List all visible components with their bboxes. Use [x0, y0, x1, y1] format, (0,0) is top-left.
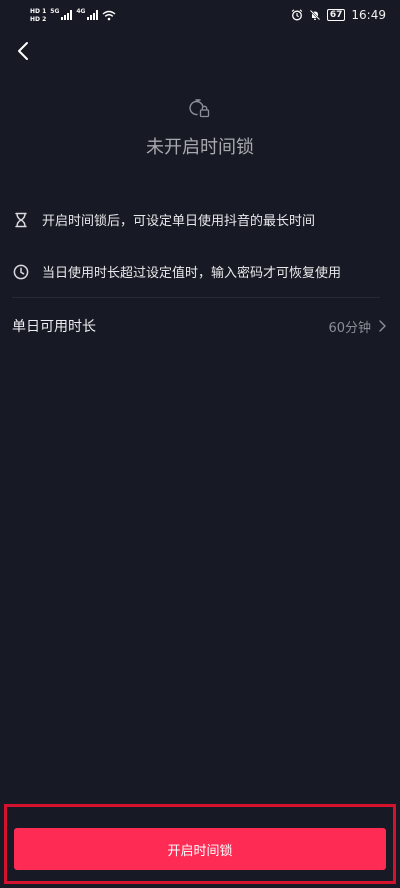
setting-label: 单日可用时长 [12, 319, 96, 335]
status-bar: HD 1 HD 2 5G 4G 67 16:49 [0, 0, 400, 30]
info-item-daily-limit: 开启时间锁后，可设定单日使用抖音的最长时间 [12, 210, 315, 229]
mute-bell-icon [309, 9, 321, 21]
signal-icon [61, 10, 73, 20]
timer-lock-icon [189, 99, 210, 118]
sim2-tag: HD 2 [30, 16, 46, 23]
info-text-password-unlock: 当日使用时长超过设定值时，输入密码才可恢复使用 [42, 266, 342, 281]
hourglass-icon [12, 211, 30, 229]
setting-value-group: 60分钟 [328, 317, 386, 336]
network-type-1: 5G [50, 7, 60, 15]
signal-icon-2 [87, 10, 99, 20]
clock-icon [12, 263, 30, 281]
back-button[interactable] [10, 38, 36, 64]
chevron-left-icon [18, 42, 28, 60]
wifi-icon [103, 10, 116, 20]
clock-time: 16:49 [351, 8, 386, 22]
info-text-daily-limit: 开启时间锁后，可设定单日使用抖音的最长时间 [42, 214, 316, 229]
alarm-icon [291, 9, 303, 21]
status-left: HD 1 HD 2 5G 4G [30, 8, 116, 23]
page-title: 未开启时间锁 [146, 137, 254, 158]
status-right: 67 16:49 [291, 8, 386, 22]
divider [12, 297, 380, 298]
sim1-tag: HD 1 [30, 8, 46, 15]
info-item-password-unlock: 当日使用时长超过设定值时，输入密码才可恢复使用 [12, 262, 341, 281]
sim2-label: HD 2 [30, 15, 47, 23]
daily-duration-setting[interactable]: 单日可用时长 60分钟 [12, 312, 386, 340]
enable-time-lock-button[interactable]: 开启时间锁 [14, 828, 386, 870]
sim-indicators: HD 1 HD 2 [30, 8, 46, 23]
chevron-right-icon [379, 320, 386, 332]
battery-indicator: 67 [326, 9, 346, 21]
sim1-label: HD 1 [30, 7, 47, 15]
setting-value: 60分钟 [328, 320, 371, 336]
network-type-2: 4G [76, 7, 86, 15]
